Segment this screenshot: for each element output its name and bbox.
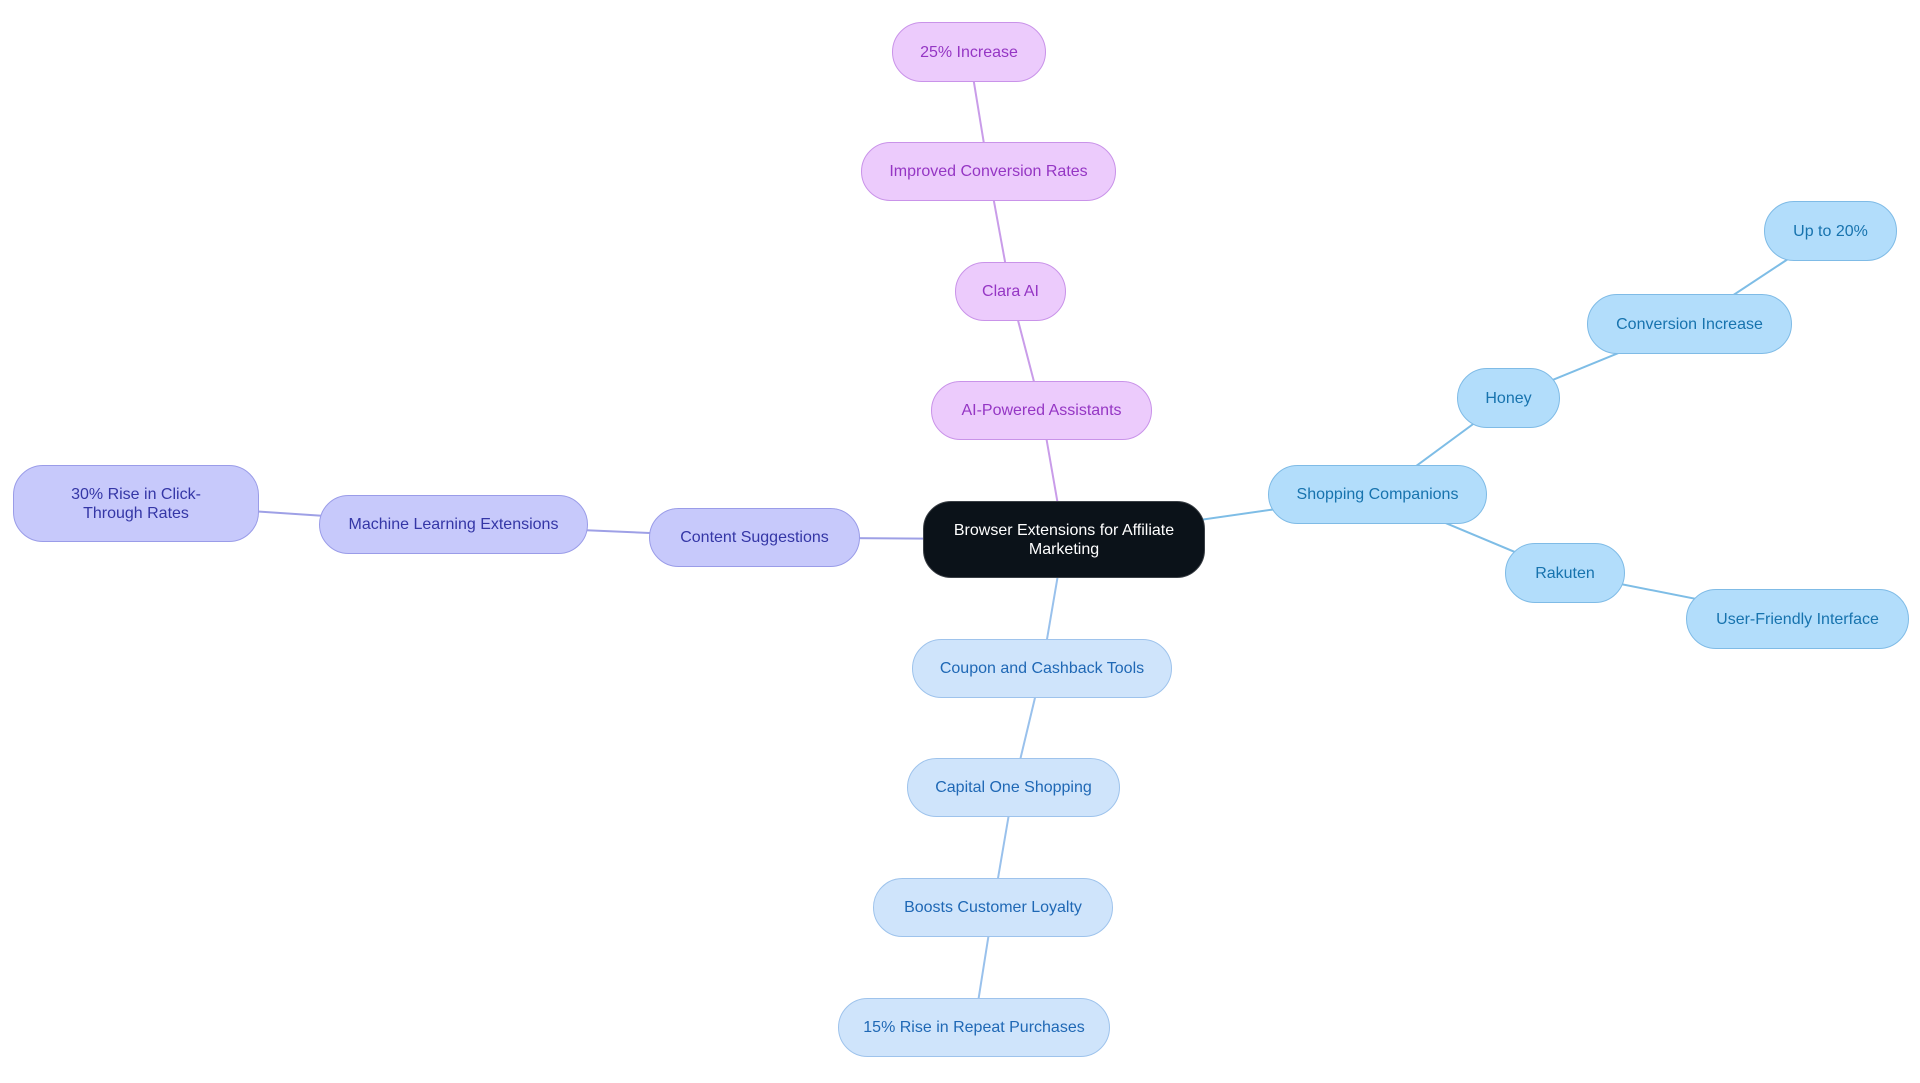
root-node-label: Browser Extensions for Affiliate Marketi… bbox=[953, 521, 1175, 558]
node-coupon-and-cashback-tools[interactable]: Coupon and Cashback Tools bbox=[912, 639, 1172, 698]
node-label: Content Suggestions bbox=[680, 529, 829, 546]
node-label: 15% Rise in Repeat Purchases bbox=[863, 1019, 1085, 1036]
node-conversion-increase[interactable]: Conversion Increase bbox=[1587, 294, 1792, 354]
node-label: 25% Increase bbox=[920, 43, 1018, 61]
node-honey[interactable]: Honey bbox=[1457, 368, 1560, 428]
node-label: Up to 20% bbox=[1793, 222, 1868, 240]
node-label: 30% Rise in Click-Through Rates bbox=[71, 485, 201, 522]
node-label: Conversion Increase bbox=[1616, 315, 1763, 333]
node-label: Coupon and Cashback Tools bbox=[939, 660, 1145, 677]
node-25-percent-increase[interactable]: 25% Increase bbox=[892, 22, 1046, 82]
node-rakuten[interactable]: Rakuten bbox=[1505, 543, 1625, 603]
node-up-to-20-percent[interactable]: Up to 20% bbox=[1764, 201, 1897, 261]
node-label: Capital One Shopping bbox=[935, 779, 1092, 796]
node-capital-one-shopping[interactable]: Capital One Shopping bbox=[907, 758, 1120, 817]
node-label: Shopping Companions bbox=[1296, 486, 1459, 503]
node-label: Improved Conversion Rates bbox=[889, 163, 1088, 180]
node-label: AI-Powered Assistants bbox=[961, 402, 1122, 419]
node-15-percent-rise-repeat-purchases[interactable]: 15% Rise in Repeat Purchases bbox=[838, 998, 1110, 1057]
node-user-friendly-interface[interactable]: User-Friendly Interface bbox=[1686, 589, 1909, 649]
node-30-percent-rise-ctr[interactable]: 30% Rise in Click-Through Rates bbox=[13, 465, 259, 542]
node-label: Clara AI bbox=[982, 283, 1039, 300]
node-label: User-Friendly Interface bbox=[1716, 610, 1879, 628]
node-machine-learning-extensions[interactable]: Machine Learning Extensions bbox=[319, 495, 588, 554]
node-label: Honey bbox=[1485, 389, 1532, 407]
node-content-suggestions[interactable]: Content Suggestions bbox=[649, 508, 860, 567]
node-boosts-customer-loyalty[interactable]: Boosts Customer Loyalty bbox=[873, 878, 1113, 937]
root-node[interactable]: Browser Extensions for Affiliate Marketi… bbox=[923, 501, 1205, 578]
node-improved-conversion-rates[interactable]: Improved Conversion Rates bbox=[861, 142, 1116, 201]
node-clara-ai[interactable]: Clara AI bbox=[955, 262, 1066, 321]
node-label: Machine Learning Extensions bbox=[348, 516, 559, 533]
node-label: Boosts Customer Loyalty bbox=[904, 899, 1082, 916]
node-shopping-companions[interactable]: Shopping Companions bbox=[1268, 465, 1487, 524]
node-label: Rakuten bbox=[1535, 564, 1595, 582]
node-ai-powered-assistants[interactable]: AI-Powered Assistants bbox=[931, 381, 1152, 440]
